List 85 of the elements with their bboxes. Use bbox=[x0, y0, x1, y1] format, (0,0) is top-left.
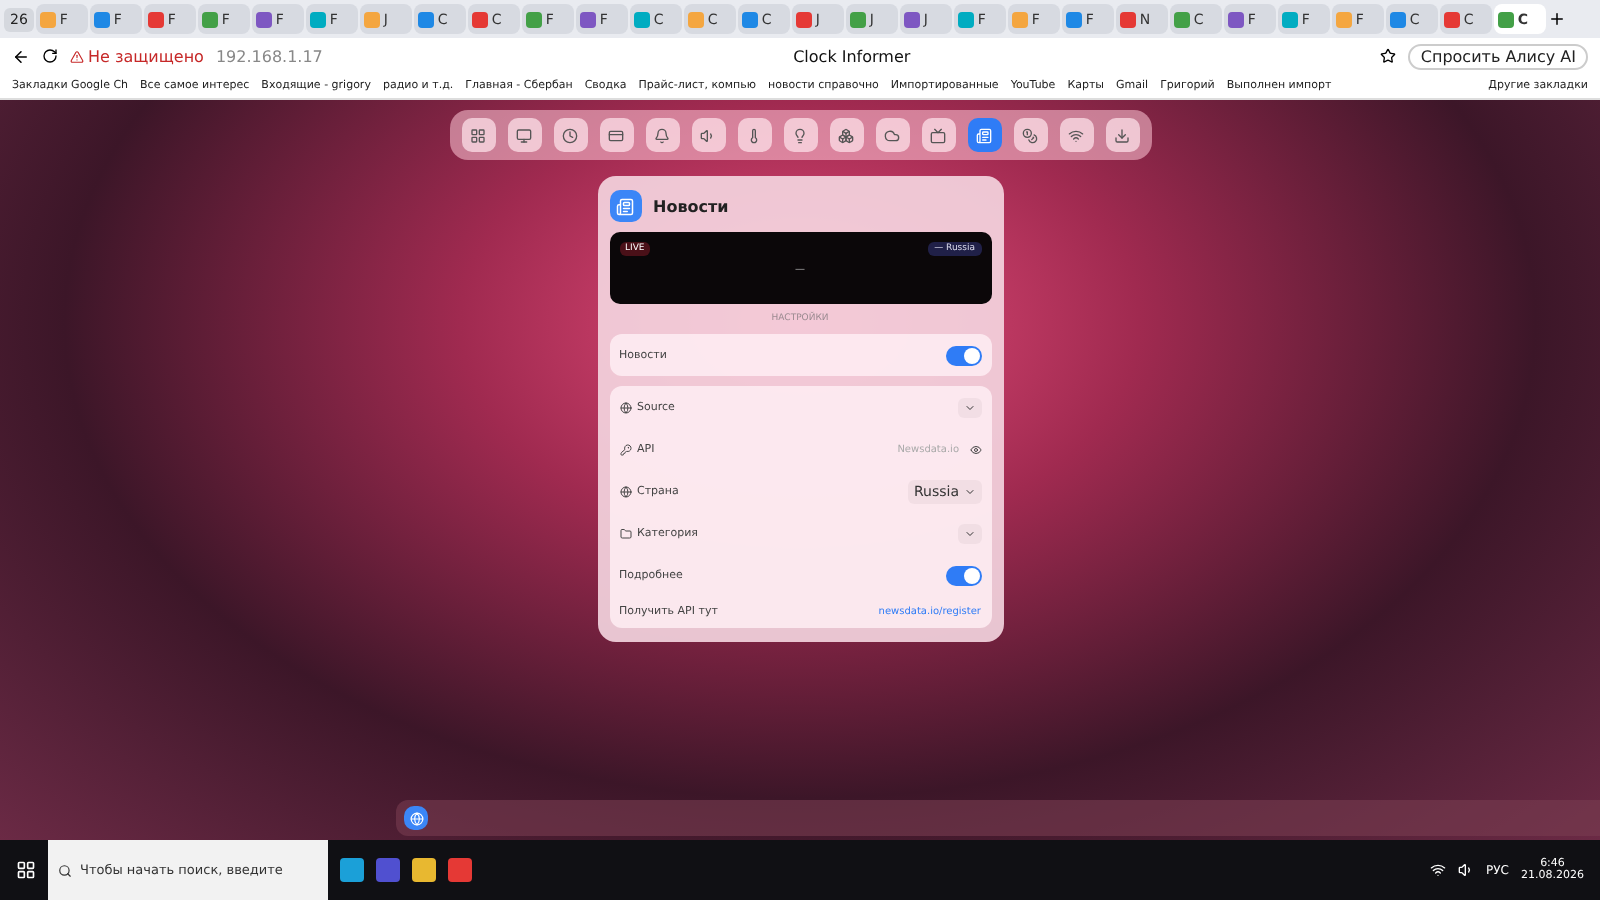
search-icon bbox=[58, 863, 72, 877]
panel-title: Новости bbox=[653, 197, 729, 215]
favicon-icon bbox=[93, 11, 110, 27]
favicon-icon bbox=[795, 11, 812, 27]
toolbar-button[interactable] bbox=[921, 118, 955, 152]
toolbar-button[interactable] bbox=[461, 118, 495, 152]
app-tile[interactable] bbox=[404, 806, 428, 830]
favicon-icon bbox=[687, 11, 704, 27]
favicon-icon bbox=[1497, 11, 1514, 27]
favicon-icon bbox=[201, 11, 218, 27]
favicon-icon bbox=[525, 11, 542, 27]
thermometer-icon bbox=[746, 127, 762, 143]
favicon-icon bbox=[1065, 11, 1082, 27]
toolbar-button[interactable] bbox=[1059, 118, 1093, 152]
clock-icon bbox=[562, 127, 578, 143]
security-warning[interactable]: Не защищено bbox=[70, 47, 204, 65]
toggle-switch[interactable] bbox=[945, 565, 981, 585]
start-icon[interactable] bbox=[16, 860, 36, 880]
volume-icon[interactable] bbox=[1458, 862, 1475, 878]
row-icon bbox=[619, 443, 631, 455]
toolbar-button[interactable] bbox=[553, 118, 587, 152]
assistant-button[interactable]: Спросить Алису AI bbox=[1408, 43, 1588, 69]
chevron-down-icon bbox=[963, 401, 975, 413]
tv-icon bbox=[930, 127, 946, 143]
address-text[interactable]: 192.168.1.17 bbox=[215, 47, 323, 65]
toolbar-button[interactable] bbox=[1013, 118, 1047, 152]
toolbar-button[interactable] bbox=[507, 118, 541, 152]
favicon-icon bbox=[903, 11, 920, 27]
toolbar-button[interactable] bbox=[967, 118, 1001, 152]
favicon-icon bbox=[1119, 11, 1136, 27]
toolbar-button[interactable] bbox=[783, 118, 817, 152]
favicon-icon bbox=[1281, 11, 1298, 27]
bell-icon bbox=[654, 127, 670, 143]
network-icon[interactable] bbox=[1430, 862, 1447, 878]
coins-icon bbox=[1022, 127, 1038, 143]
favicon-icon bbox=[1173, 11, 1190, 27]
monitor-icon bbox=[516, 127, 532, 143]
favicon-icon bbox=[417, 11, 434, 27]
favicon-icon bbox=[471, 11, 488, 27]
chevron-down-icon bbox=[963, 485, 975, 497]
row-icon bbox=[619, 527, 631, 539]
toolbar-button[interactable] bbox=[645, 118, 679, 152]
newspaper-icon bbox=[616, 197, 634, 215]
favicon-icon bbox=[1335, 11, 1352, 27]
bookmark-icon[interactable] bbox=[1380, 48, 1397, 64]
favicon-icon bbox=[1389, 11, 1406, 27]
favicon-icon bbox=[741, 11, 758, 27]
favicon-icon bbox=[579, 11, 596, 27]
toolbar-button[interactable] bbox=[599, 118, 633, 152]
download-icon bbox=[1114, 127, 1130, 143]
row-icon bbox=[619, 485, 631, 497]
cloud-icon bbox=[884, 127, 900, 143]
toolbar-button[interactable] bbox=[875, 118, 909, 152]
favicon-icon bbox=[363, 11, 380, 27]
favicon-icon bbox=[849, 11, 866, 27]
row-icon bbox=[619, 401, 631, 413]
card-icon bbox=[608, 127, 624, 143]
boxes-icon bbox=[838, 127, 854, 143]
toolbar-button[interactable] bbox=[691, 118, 725, 152]
new-tab-icon[interactable] bbox=[1547, 10, 1566, 28]
favicon-icon bbox=[147, 11, 164, 27]
lightbulb-icon bbox=[792, 127, 808, 143]
favicon-icon bbox=[957, 11, 974, 27]
speaker-icon bbox=[700, 127, 716, 143]
chevron-down-icon bbox=[963, 527, 975, 539]
favicon-icon bbox=[1011, 11, 1028, 27]
page-title: Clock Informer bbox=[791, 47, 913, 65]
eye-icon[interactable] bbox=[969, 443, 981, 455]
favicon-icon bbox=[1227, 11, 1244, 27]
toolbar-button[interactable] bbox=[1105, 118, 1139, 152]
favicon-icon bbox=[255, 11, 272, 27]
favicon-icon bbox=[1443, 11, 1460, 27]
reload-icon[interactable] bbox=[42, 48, 58, 64]
warning-icon bbox=[70, 49, 84, 63]
back-icon[interactable] bbox=[12, 47, 30, 65]
toggle-switch[interactable] bbox=[945, 345, 981, 365]
favicon-icon bbox=[633, 11, 650, 27]
wifi-icon bbox=[1068, 127, 1084, 143]
favicon-icon bbox=[309, 11, 326, 27]
globe-icon bbox=[409, 811, 423, 825]
newspaper-icon bbox=[976, 127, 992, 143]
grid-icon bbox=[470, 127, 486, 143]
toolbar-button[interactable] bbox=[737, 118, 771, 152]
favicon-icon bbox=[39, 11, 56, 27]
toolbar-button[interactable] bbox=[829, 118, 863, 152]
